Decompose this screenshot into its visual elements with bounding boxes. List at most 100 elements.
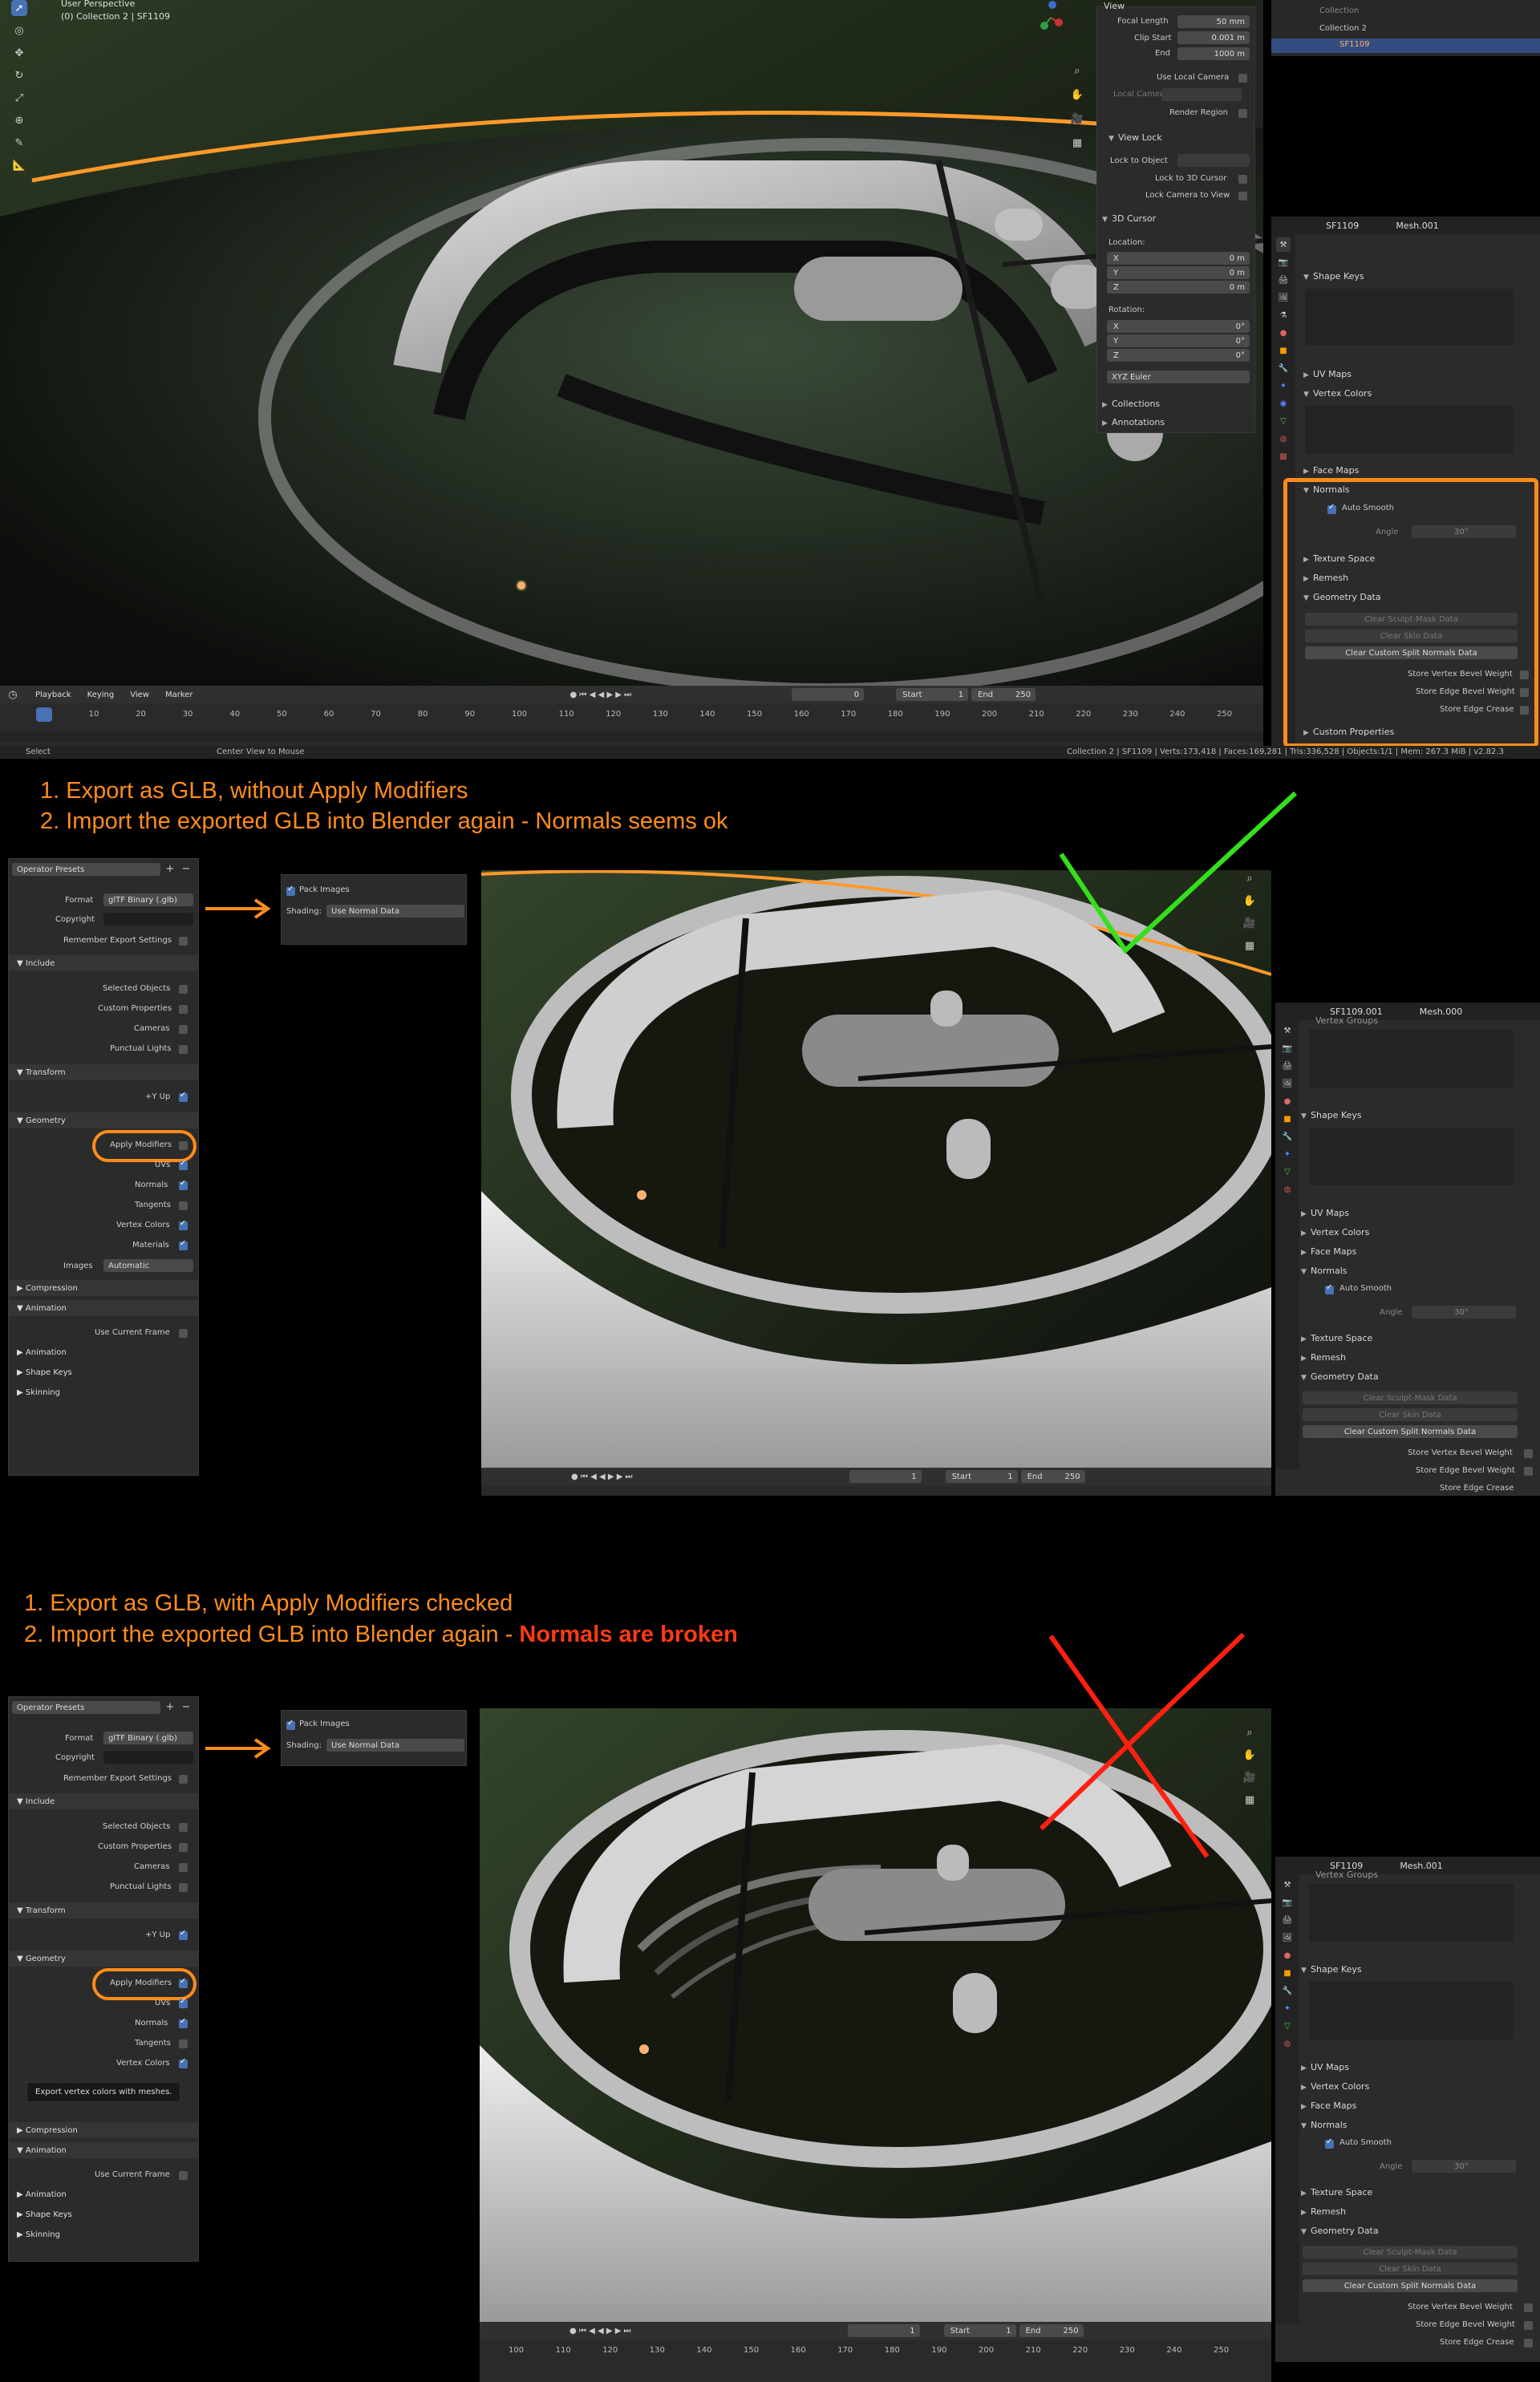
shape-keys-header[interactable]: ▼ Shape Keys bbox=[1303, 271, 1364, 282]
vertex-groups-list[interactable] bbox=[1309, 1030, 1514, 1088]
material-tab-icon[interactable]: ◍ bbox=[1280, 1182, 1295, 1197]
annotations-header[interactable]: ▶ Annotations bbox=[1102, 417, 1165, 427]
selected-objects-checkbox[interactable] bbox=[179, 1823, 188, 1832]
mesh-name[interactable]: Mesh.001 bbox=[1400, 1861, 1442, 1871]
format-select[interactable]: glTF Binary (.glb) bbox=[103, 893, 193, 906]
operator-presets-select[interactable]: Operator Presets bbox=[12, 1701, 160, 1714]
outliner-selected-row[interactable] bbox=[1271, 38, 1540, 53]
lock-to-object-field[interactable] bbox=[1177, 154, 1250, 167]
object-name[interactable]: SF1109 bbox=[1326, 221, 1359, 231]
animation-sub-header[interactable]: ▶ Animation bbox=[17, 2190, 67, 2199]
clear-skin-button[interactable]: Clear Skin Data bbox=[1303, 2262, 1518, 2275]
end-frame-field[interactable]: End 250 bbox=[971, 688, 1036, 701]
render-tab-icon[interactable]: 📷 bbox=[1280, 1895, 1295, 1910]
vertex-colors-list[interactable] bbox=[1305, 406, 1514, 454]
render-tab-icon[interactable]: 📷 bbox=[1280, 1041, 1295, 1055]
store-edge-bevel-checkbox[interactable] bbox=[1524, 2321, 1533, 2330]
punctual-lights-checkbox[interactable] bbox=[179, 1883, 188, 1892]
geometry-data-header[interactable]: ▼ Geometry Data bbox=[1301, 1371, 1379, 1382]
remesh-header[interactable]: ▶ Remesh bbox=[1301, 2206, 1346, 2217]
output-tab-icon[interactable]: 🖨 bbox=[1276, 273, 1291, 287]
shading-select[interactable]: Use Normal Data bbox=[326, 1739, 464, 1752]
playback-controls[interactable]: ● ⏮ ◀ ◀ ▶ ▶ ⏭ bbox=[571, 1473, 633, 1481]
marker-menu[interactable]: Marker bbox=[165, 691, 193, 699]
mesh-name[interactable]: Mesh.000 bbox=[1420, 1007, 1462, 1017]
angle-field[interactable]: 30° bbox=[1412, 2160, 1516, 2173]
physics-tab-icon[interactable]: ◉ bbox=[1276, 396, 1291, 411]
render-tab-icon[interactable]: 📷 bbox=[1276, 255, 1291, 269]
store-edge-crease-checkbox[interactable] bbox=[1524, 2339, 1533, 2348]
collections-header[interactable]: ▶ Collections bbox=[1102, 399, 1160, 409]
loc-y-field[interactable]: Y 0 m bbox=[1107, 266, 1250, 279]
store-edge-bevel-checkbox[interactable] bbox=[1524, 1467, 1533, 1476]
y-up-checkbox[interactable] bbox=[179, 1091, 188, 1102]
modifier-tab-icon[interactable]: 🔧 bbox=[1276, 361, 1291, 375]
lock-3d-cursor-checkbox[interactable] bbox=[1238, 175, 1247, 184]
vertex-colors-checkbox[interactable] bbox=[179, 2057, 188, 2068]
view-layer-tab-icon[interactable]: 🖼 bbox=[1280, 1930, 1295, 1945]
playback-menu[interactable]: Playback bbox=[35, 691, 71, 699]
vertex-colors-header[interactable]: ▼ Vertex Colors bbox=[1303, 388, 1372, 399]
remember-settings-checkbox[interactable] bbox=[179, 937, 188, 946]
view-lock-header[interactable]: ▼ View Lock bbox=[1108, 132, 1162, 143]
y-up-checkbox[interactable] bbox=[179, 1929, 188, 1940]
normals-header[interactable]: ▼ Normals bbox=[1301, 2120, 1348, 2130]
vertex-colors-header[interactable]: ▶ Vertex Colors bbox=[1301, 2081, 1369, 2092]
normals-checkbox[interactable] bbox=[179, 2017, 188, 2028]
shape-keys-sub-header[interactable]: ▶ Shape Keys bbox=[17, 1368, 72, 1377]
current-frame-field[interactable]: 1 bbox=[847, 2324, 920, 2337]
rot-y-field[interactable]: Y 0° bbox=[1107, 334, 1250, 347]
texture-space-header[interactable]: ▶ Texture Space bbox=[1301, 2187, 1372, 2198]
animation-header[interactable]: ▼ Animation bbox=[17, 2146, 67, 2155]
cameras-checkbox[interactable] bbox=[179, 1025, 188, 1034]
shape-keys-list[interactable] bbox=[1309, 1982, 1514, 2040]
compression-header[interactable]: ▶ Compression bbox=[17, 2126, 78, 2135]
uvs-checkbox[interactable] bbox=[179, 1997, 188, 2008]
cameras-checkbox[interactable] bbox=[179, 1863, 188, 1872]
clear-split-normals-button[interactable]: Clear Custom Split Normals Data bbox=[1303, 1425, 1518, 1438]
normals-header[interactable]: ▼ Normals bbox=[1301, 1266, 1348, 1276]
texture-space-header[interactable]: ▶ Texture Space bbox=[1301, 1333, 1372, 1343]
rot-x-field[interactable]: X 0° bbox=[1107, 320, 1250, 333]
cursor-tool-icon[interactable]: ◎ bbox=[11, 22, 27, 38]
current-frame-field[interactable]: 0 bbox=[792, 688, 865, 701]
camera-view-icon[interactable]: 🎥 bbox=[1069, 111, 1085, 127]
remember-settings-checkbox[interactable] bbox=[179, 1775, 188, 1784]
n-panel-tabs[interactable] bbox=[1256, 0, 1263, 128]
uv-maps-header[interactable]: ▶ UV Maps bbox=[1301, 2062, 1349, 2072]
vertex-colors-checkbox[interactable] bbox=[179, 1219, 188, 1230]
rotate-tool-icon[interactable]: ↻ bbox=[11, 67, 27, 83]
use-current-frame-checkbox[interactable] bbox=[179, 2171, 188, 2180]
material-tab-icon[interactable]: ◍ bbox=[1280, 2036, 1295, 2051]
lock-camera-checkbox[interactable] bbox=[1238, 192, 1247, 201]
clear-sculpt-mask-button[interactable]: Clear Sculpt-Mask Data bbox=[1303, 1392, 1518, 1404]
object-tab-icon[interactable]: ■ bbox=[1276, 343, 1291, 358]
scene-tab-icon[interactable]: ⚗ bbox=[1276, 308, 1291, 322]
face-maps-header[interactable]: ▶ Face Maps bbox=[1301, 2100, 1356, 2111]
geometry-data-header[interactable]: ▼ Geometry Data bbox=[1301, 2226, 1379, 2236]
loc-x-field[interactable]: X 0 m bbox=[1107, 252, 1250, 265]
custom-properties-checkbox[interactable] bbox=[179, 1843, 188, 1852]
timeline-ruler[interactable]: 0102030405060708090100110120130140150160… bbox=[0, 708, 1263, 723]
viewport-2[interactable]: ⌕ ✋ 🎥 ▦ bbox=[481, 870, 1271, 1468]
copyright-input[interactable] bbox=[103, 1751, 193, 1764]
auto-smooth-checkbox[interactable] bbox=[1325, 1283, 1334, 1294]
render-region-checkbox[interactable] bbox=[1238, 109, 1247, 118]
end-frame-field[interactable]: End 250 bbox=[1020, 1470, 1085, 1483]
geometry-header[interactable]: ▼ Geometry bbox=[17, 1116, 66, 1125]
shape-keys-header[interactable]: ▼ Shape Keys bbox=[1301, 1110, 1362, 1120]
tangents-checkbox[interactable] bbox=[179, 2040, 188, 2048]
store-vertex-bevel-checkbox[interactable] bbox=[1524, 2303, 1533, 2312]
focal-length-field[interactable]: 50 mm bbox=[1177, 15, 1250, 28]
uvs-checkbox[interactable] bbox=[179, 1159, 188, 1170]
custom-properties-checkbox[interactable] bbox=[179, 1005, 188, 1014]
materials-checkbox[interactable] bbox=[179, 1239, 188, 1250]
transform-header[interactable]: ▼ Transform bbox=[17, 1906, 66, 1915]
images-select[interactable]: Automatic bbox=[103, 1259, 193, 1272]
face-maps-header[interactable]: ▶ Face Maps bbox=[1303, 465, 1359, 476]
start-frame-field[interactable]: Start 1 bbox=[943, 2324, 1016, 2337]
normals-checkbox[interactable] bbox=[179, 1179, 188, 1190]
measure-tool-icon[interactable]: 📐 bbox=[11, 157, 27, 173]
clear-split-normals-button[interactable]: Clear Custom Split Normals Data bbox=[1303, 2279, 1518, 2292]
material-tab-icon[interactable]: ◍ bbox=[1276, 431, 1291, 446]
